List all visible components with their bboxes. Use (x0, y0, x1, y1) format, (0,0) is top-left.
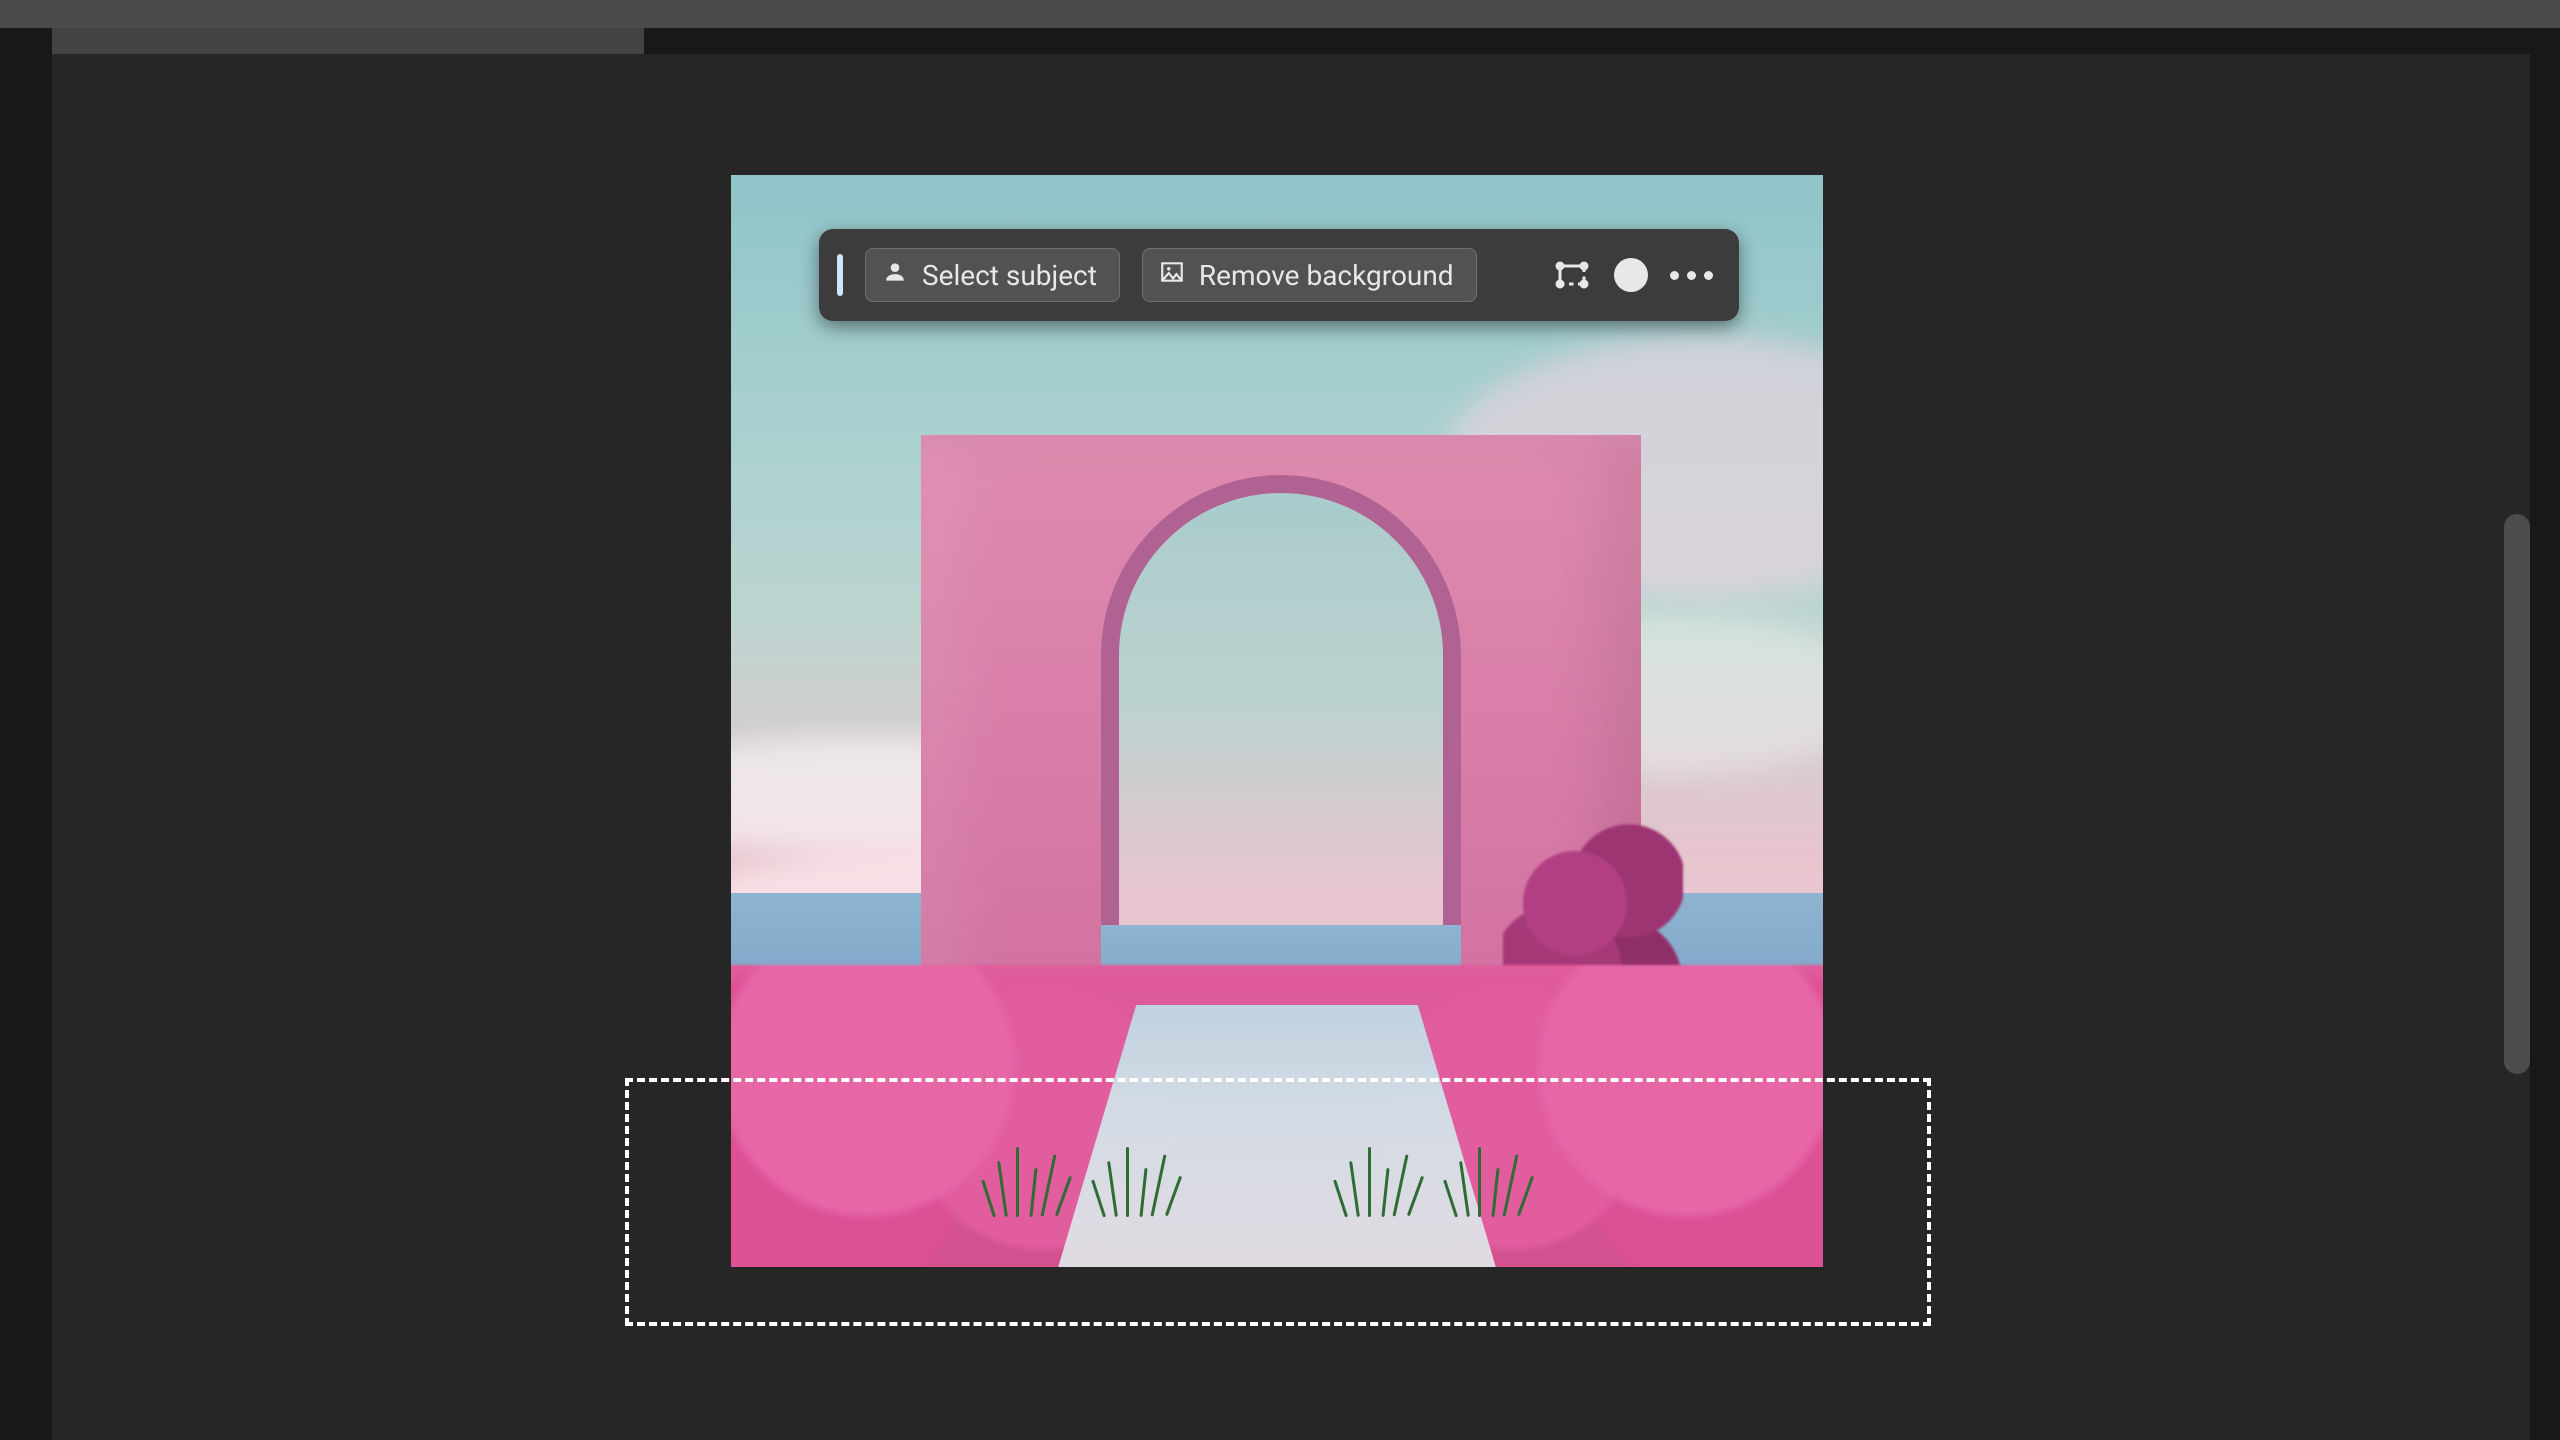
select-subject-button[interactable]: Select subject (865, 248, 1120, 302)
document-tab[interactable] (52, 28, 644, 54)
remove-background-label: Remove background (1199, 259, 1454, 292)
contextual-taskbar[interactable]: Select subject Remove background (819, 229, 1739, 321)
grass-tuft (1333, 1147, 1443, 1217)
image-icon (1159, 259, 1185, 292)
mask-circle-icon[interactable] (1614, 258, 1648, 292)
grass-tuft (981, 1147, 1091, 1217)
grass-tuft (1091, 1147, 1201, 1217)
select-subject-label: Select subject (922, 259, 1097, 292)
grass-tuft (1443, 1147, 1553, 1217)
person-icon (882, 259, 908, 292)
vertical-scrollbar[interactable] (2504, 514, 2530, 1074)
taskbar-accent-handle[interactable] (837, 254, 843, 296)
remove-background-button[interactable]: Remove background (1142, 248, 1477, 302)
more-icon[interactable] (1670, 271, 1713, 280)
image-layer[interactable] (731, 175, 1823, 1267)
transform-icon[interactable] (1552, 255, 1592, 295)
app-title-bar (0, 0, 2560, 28)
